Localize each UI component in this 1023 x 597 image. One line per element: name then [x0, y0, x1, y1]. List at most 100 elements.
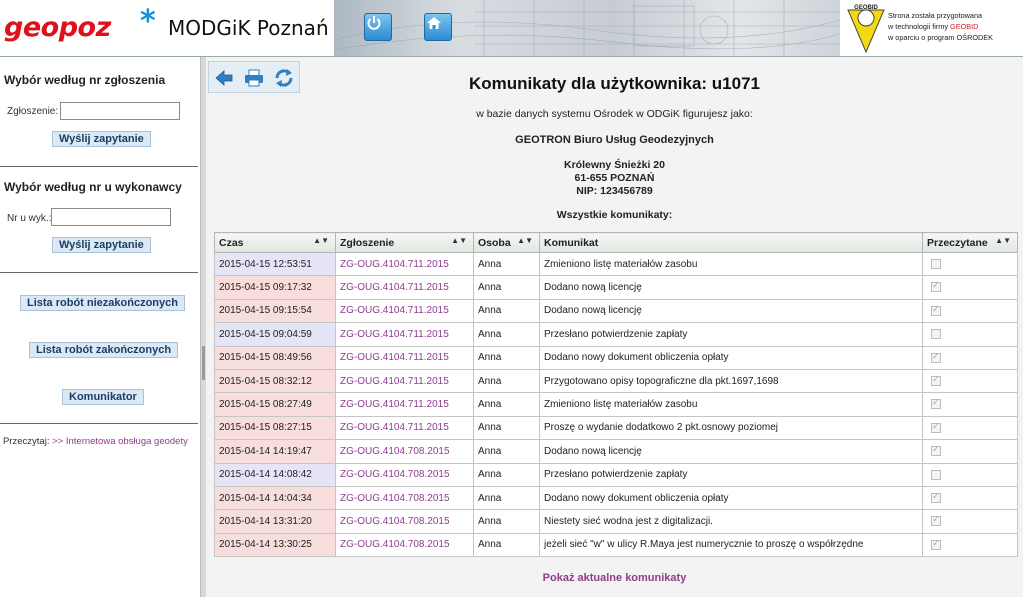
show-current-messages-link[interactable]: Pokaż aktualne komunikaty: [206, 572, 1023, 584]
read-checkbox[interactable]: [931, 538, 941, 550]
cell-message: Dodano nową licencję: [539, 439, 923, 464]
contractor-number-input[interactable]: [51, 208, 171, 226]
cell-message: Przesłano potwierdzenie zapłaty: [539, 322, 923, 347]
home-button[interactable]: [424, 13, 452, 41]
main-content: Komunikaty dla użytkownika: u1071 w bazi…: [206, 57, 1023, 597]
request-number-label: Zgłoszenie:: [7, 106, 59, 117]
unfinished-jobs-button[interactable]: Lista robót niezakończonych: [20, 295, 185, 311]
read-checkbox[interactable]: [931, 469, 941, 480]
read-checkbox[interactable]: [931, 259, 941, 270]
send-query-button-1[interactable]: Wyślij zapytanie: [52, 131, 151, 147]
cell-request[interactable]: ZG-OUG.4104.711.2015: [335, 392, 474, 417]
table-row[interactable]: 2015-04-15 08:32:12 ZG-OUG.4104.711.2015 A…: [214, 368, 1018, 394]
cell-time: 2015-04-15 08:32:12: [214, 368, 336, 394]
send-query-button-2[interactable]: Wyślij zapytanie: [52, 237, 151, 253]
column-header-przeczytane[interactable]: Przeczytane ▲▼: [922, 232, 1018, 253]
read-checkbox[interactable]: [931, 397, 941, 410]
cell-person: Anna: [473, 439, 540, 464]
table-row[interactable]: 2015-04-14 14:19:47 ZG-OUG.4104.708.2015 A…: [214, 439, 1018, 464]
cell-person: Anna: [473, 322, 540, 347]
column-header-zgloszenie[interactable]: Zgłoszenie ▲▼: [335, 232, 474, 253]
cell-read: [922, 275, 1018, 300]
section-title-by-contractor: Wybór według nr u wykonawcy: [4, 180, 182, 194]
cell-request[interactable]: ZG-OUG.4104.708.2015: [335, 439, 474, 464]
table-row[interactable]: 2015-04-15 08:27:15 ZG-OUG.4104.711.2015 A…: [214, 415, 1018, 441]
splitter-grip[interactable]: [202, 346, 205, 380]
table-row[interactable]: 2015-04-15 12:53:51 ZG-OUG.4104.711.2015 A…: [214, 251, 1018, 277]
company-city: 61-655 POZNAŃ: [574, 172, 655, 184]
cell-request[interactable]: ZG-OUG.4104.708.2015: [335, 532, 474, 558]
sidebar: Wybór według nr zgłoszenia Zgłoszenie: W…: [0, 57, 200, 597]
cell-request[interactable]: ZG-OUG.4104.711.2015: [335, 345, 474, 370]
app-header: geopoz * MODGiK Poznań GEOBID Strona zos…: [0, 0, 1023, 57]
table-row[interactable]: 2015-04-15 09:17:32 ZG-OUG.4104.711.2015 A…: [214, 275, 1018, 300]
read-checkbox[interactable]: [931, 444, 941, 457]
cell-person: Anna: [473, 415, 540, 441]
cell-request[interactable]: ZG-OUG.4104.711.2015: [335, 368, 474, 394]
messenger-button[interactable]: Komunikator: [62, 389, 144, 405]
cell-read: [922, 532, 1018, 558]
blueprint-decoration: [334, 0, 840, 56]
cell-message: Dodano nową licencję: [539, 298, 923, 324]
column-header-komunikat[interactable]: Komunikat: [539, 232, 923, 253]
cell-request[interactable]: ZG-OUG.4104.711.2015: [335, 251, 474, 277]
messages-table-body: 2015-04-15 12:53:51 ZG-OUG.4104.711.2015 A…: [214, 251, 1018, 558]
cell-read: [922, 439, 1018, 464]
request-number-input[interactable]: [60, 102, 180, 120]
table-header-row: Czas ▲▼ Zgłoszenie ▲▼ Osoba ▲▼ Komunikat Pr…: [214, 232, 1018, 253]
table-row[interactable]: 2015-04-14 13:31:20 ZG-OUG.4104.708.2015 A…: [214, 509, 1018, 534]
read-checkbox[interactable]: [931, 304, 941, 316]
divider: [0, 166, 198, 167]
cell-message: Przygotowano opisy topograficzne dla pkt…: [539, 368, 923, 394]
read-checkbox[interactable]: [931, 329, 941, 340]
read-checkbox[interactable]: [931, 514, 941, 527]
cell-read: [922, 462, 1018, 487]
column-header-czas[interactable]: Czas ▲▼: [214, 232, 336, 253]
cell-request[interactable]: ZG-OUG.4104.711.2015: [335, 275, 474, 300]
read-more: Przeczytaj: >> Internetowa obsługa geode…: [3, 436, 188, 447]
read-checkbox[interactable]: [931, 280, 941, 293]
column-header-osoba[interactable]: Osoba ▲▼: [473, 232, 540, 253]
read-checkbox[interactable]: [931, 374, 941, 386]
cell-read: [922, 298, 1018, 324]
cell-time: 2015-04-14 13:31:20: [214, 509, 336, 534]
divider: [0, 423, 198, 424]
cell-request[interactable]: ZG-OUG.4104.711.2015: [335, 322, 474, 347]
cell-request[interactable]: ZG-OUG.4104.708.2015: [335, 462, 474, 487]
geopoz-logo[interactable]: geopoz: [4, 12, 111, 43]
cell-person: Anna: [473, 275, 540, 300]
table-row[interactable]: 2015-04-14 14:04:34 ZG-OUG.4104.708.2015 A…: [214, 485, 1018, 511]
read-checkbox[interactable]: [931, 491, 941, 503]
cell-request[interactable]: ZG-OUG.4104.708.2015: [335, 485, 474, 511]
cell-message: Dodano nową licencję: [539, 275, 923, 300]
section-title-by-request: Wybór według nr zgłoszenia: [4, 73, 166, 87]
intro-text: w bazie danych systemu Ośrodek w ODGiK f…: [476, 108, 753, 120]
cell-time: 2015-04-15 09:15:54: [214, 298, 336, 324]
cell-message: Dodano nowy dokument obliczenia opłaty: [539, 485, 923, 511]
table-row[interactable]: 2015-04-14 14:08:42 ZG-OUG.4104.708.2015 A…: [214, 462, 1018, 487]
table-row[interactable]: 2015-04-15 08:27:49 ZG-OUG.4104.711.2015 A…: [214, 392, 1018, 417]
cell-message: Przesłano potwierdzenie zapłaty: [539, 462, 923, 487]
cell-read: [922, 368, 1018, 394]
table-row[interactable]: 2015-04-15 08:49:56 ZG-OUG.4104.711.2015 A…: [214, 345, 1018, 370]
cell-request[interactable]: ZG-OUG.4104.711.2015: [335, 415, 474, 441]
cell-time: 2015-04-15 08:49:56: [214, 345, 336, 370]
cell-read: [922, 415, 1018, 441]
cell-time: 2015-04-15 12:53:51: [214, 251, 336, 277]
cell-request[interactable]: ZG-OUG.4104.708.2015: [335, 509, 474, 534]
read-checkbox[interactable]: [931, 351, 941, 363]
sort-icon: ▲▼: [517, 236, 533, 245]
read-checkbox[interactable]: [931, 421, 941, 433]
cell-person: Anna: [473, 298, 540, 324]
table-row[interactable]: 2015-04-15 09:04:59 ZG-OUG.4104.711.2015 A…: [214, 322, 1018, 347]
table-row[interactable]: 2015-04-14 13:30:25 ZG-OUG.4104.708.2015 A…: [214, 532, 1018, 558]
power-button[interactable]: [364, 13, 392, 41]
svg-text:GEOBID: GEOBID: [854, 5, 878, 11]
online-surveyor-link[interactable]: >> Internetowa obsługa geodety: [52, 436, 188, 447]
cell-request[interactable]: ZG-OUG.4104.711.2015: [335, 298, 474, 324]
finished-jobs-button[interactable]: Lista robót zakończonych: [29, 342, 179, 358]
geobid-brand[interactable]: GEOBID: [950, 22, 978, 31]
page-title: Komunikaty dla użytkownika: u1071: [469, 74, 760, 93]
logo-star-icon: *: [140, 4, 156, 39]
table-row[interactable]: 2015-04-15 09:15:54 ZG-OUG.4104.711.2015 A…: [214, 298, 1018, 324]
